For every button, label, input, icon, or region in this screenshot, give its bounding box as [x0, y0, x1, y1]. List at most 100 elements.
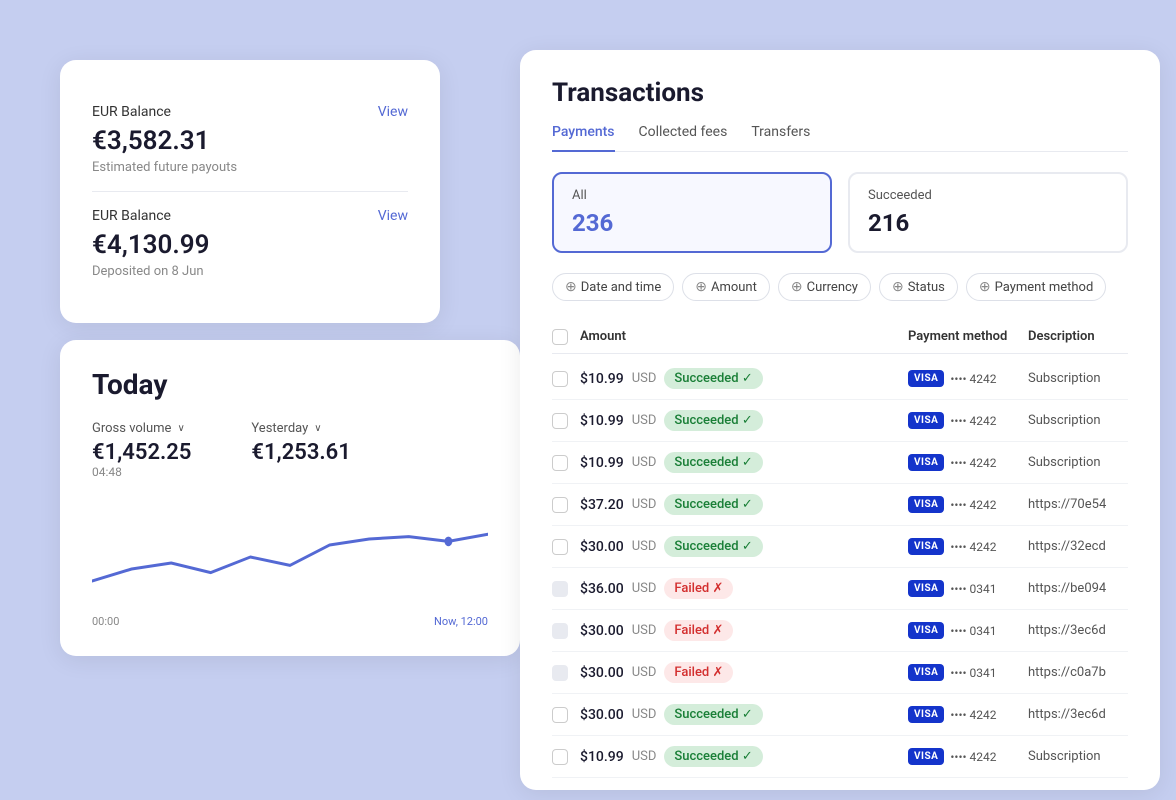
row-checkbox-cell: [552, 665, 580, 681]
visa-badge: VISA: [908, 538, 944, 555]
description-cell: https://be094: [1028, 581, 1128, 596]
table-row[interactable]: $10.99 USD Succeeded ✓ VISA •••• 4242 Su…: [552, 442, 1128, 484]
table-body: $10.99 USD Succeeded ✓ VISA •••• 4242 Su…: [552, 358, 1128, 778]
currency-label: USD: [632, 665, 657, 680]
today-title: Today: [92, 368, 488, 401]
chart-start-label: 00:00: [92, 615, 119, 628]
amount-cell: $30.00 USD Failed ✗: [580, 662, 908, 683]
table-row[interactable]: $30.00 USD Failed ✗ VISA •••• 0341 https…: [552, 652, 1128, 694]
tab-payments[interactable]: Payments: [552, 124, 615, 152]
visa-badge: VISA: [908, 370, 944, 387]
payment-cell: VISA •••• 0341: [908, 664, 1028, 681]
currency-label: USD: [632, 539, 657, 554]
chart-labels: 00:00 Now, 12:00: [92, 615, 488, 628]
tab-collected-fees[interactable]: Collected fees: [639, 124, 728, 152]
visa-badge: VISA: [908, 454, 944, 471]
gross-volume-label: Gross volume: [92, 421, 171, 436]
description-cell: https://70e54: [1028, 497, 1128, 512]
row-checkbox[interactable]: [552, 623, 568, 639]
card-dots: •••• 0341: [950, 666, 996, 680]
gross-volume-value: €1,452.25: [92, 440, 191, 465]
status-badge: Failed ✗: [664, 578, 733, 599]
filter-date[interactable]: ⊕ Date and time: [552, 273, 674, 301]
row-checkbox-cell: [552, 497, 580, 513]
table-row[interactable]: $36.00 USD Failed ✗ VISA •••• 0341 https…: [552, 568, 1128, 610]
amount-cell: $36.00 USD Failed ✗: [580, 578, 908, 599]
status-badge: Failed ✗: [664, 620, 733, 641]
amount-cell: $30.00 USD Succeeded ✓: [580, 704, 908, 725]
view-link-1[interactable]: View: [378, 104, 408, 120]
header-checkbox[interactable]: [552, 329, 568, 345]
balance-amount-1: €3,582.31: [92, 126, 408, 156]
filter-status[interactable]: ⊕ Status: [879, 273, 958, 301]
description-cell: Subscription: [1028, 413, 1128, 428]
visa-badge: VISA: [908, 622, 944, 639]
visa-badge: VISA: [908, 496, 944, 513]
plus-icon: ⊕: [791, 279, 803, 295]
row-checkbox[interactable]: [552, 413, 568, 429]
filter-payment-method[interactable]: ⊕ Payment method: [966, 273, 1106, 301]
amount-value: $30.00: [580, 623, 624, 639]
amount-value: $10.99: [580, 413, 624, 429]
filter-currency-label: Currency: [807, 280, 858, 295]
status-badge: Failed ✗: [664, 662, 733, 683]
currency-label: USD: [632, 371, 657, 386]
row-checkbox[interactable]: [552, 455, 568, 471]
card-dots: •••• 4242: [950, 750, 996, 764]
balance-card: EUR Balance View €3,582.31 Estimated fut…: [60, 60, 440, 323]
row-checkbox[interactable]: [552, 539, 568, 555]
filter-date-label: Date and time: [581, 280, 662, 295]
table-row[interactable]: $10.99 USD Succeeded ✓ VISA •••• 4242 Su…: [552, 400, 1128, 442]
table-row[interactable]: $37.20 USD Succeeded ✓ VISA •••• 4242 ht…: [552, 484, 1128, 526]
status-badge: Succeeded ✓: [664, 746, 762, 767]
summary-all[interactable]: All 236: [552, 172, 832, 253]
summary-succeeded[interactable]: Succeeded 216: [848, 172, 1128, 253]
amount-cell: $10.99 USD Succeeded ✓: [580, 746, 908, 767]
card-dots: •••• 4242: [950, 456, 996, 470]
transactions-card: Transactions Payments Collected fees Tra…: [520, 50, 1160, 790]
status-badge: Succeeded ✓: [664, 494, 762, 515]
row-checkbox[interactable]: [552, 371, 568, 387]
payment-cell: VISA •••• 0341: [908, 622, 1028, 639]
row-checkbox[interactable]: [552, 581, 568, 597]
today-card: Today Gross volume ∨ €1,452.25 04:48 Yes…: [60, 340, 520, 656]
description-cell: Subscription: [1028, 371, 1128, 386]
gross-volume-chevron-icon[interactable]: ∨: [177, 423, 184, 434]
description-cell: https://3ec6d: [1028, 623, 1128, 638]
currency-label: USD: [632, 497, 657, 512]
amount-value: $30.00: [580, 665, 624, 681]
filter-amount-label: Amount: [711, 280, 757, 295]
filter-currency[interactable]: ⊕ Currency: [778, 273, 871, 301]
filter-amount[interactable]: ⊕ Amount: [682, 273, 770, 301]
tab-transfers[interactable]: Transfers: [751, 124, 810, 152]
table-row[interactable]: $30.00 USD Failed ✗ VISA •••• 0341 https…: [552, 610, 1128, 652]
table-row[interactable]: $10.99 USD Succeeded ✓ VISA •••• 4242 Su…: [552, 358, 1128, 400]
row-checkbox[interactable]: [552, 665, 568, 681]
description-cell: Subscription: [1028, 749, 1128, 764]
row-checkbox-cell: [552, 539, 580, 555]
payment-cell: VISA •••• 4242: [908, 748, 1028, 765]
table-row[interactable]: $30.00 USD Succeeded ✓ VISA •••• 4242 ht…: [552, 694, 1128, 736]
view-link-2[interactable]: View: [378, 208, 408, 224]
row-checkbox[interactable]: [552, 749, 568, 765]
payment-cell: VISA •••• 4242: [908, 706, 1028, 723]
row-checkbox-cell: [552, 749, 580, 765]
table-row[interactable]: $10.99 USD Succeeded ✓ VISA •••• 4242 Su…: [552, 736, 1128, 778]
table-row[interactable]: $30.00 USD Succeeded ✓ VISA •••• 4242 ht…: [552, 526, 1128, 568]
row-checkbox-cell: [552, 371, 580, 387]
gross-volume-time: 04:48: [92, 465, 191, 479]
row-checkbox[interactable]: [552, 497, 568, 513]
yesterday-chevron-icon[interactable]: ∨: [314, 423, 321, 434]
payment-cell: VISA •••• 0341: [908, 580, 1028, 597]
chart-end-label: Now, 12:00: [434, 615, 488, 628]
row-checkbox[interactable]: [552, 707, 568, 723]
amount-cell: $10.99 USD Succeeded ✓: [580, 368, 908, 389]
visa-badge: VISA: [908, 412, 944, 429]
amount-cell: $10.99 USD Succeeded ✓: [580, 410, 908, 431]
yesterday-value: €1,253.61: [251, 440, 350, 465]
row-checkbox-cell: [552, 623, 580, 639]
summary-succeeded-value: 216: [868, 209, 1108, 237]
balance-sub-2: Deposited on 8 Jun: [92, 264, 408, 279]
chart-container: [92, 491, 488, 611]
amount-cell: $10.99 USD Succeeded ✓: [580, 452, 908, 473]
